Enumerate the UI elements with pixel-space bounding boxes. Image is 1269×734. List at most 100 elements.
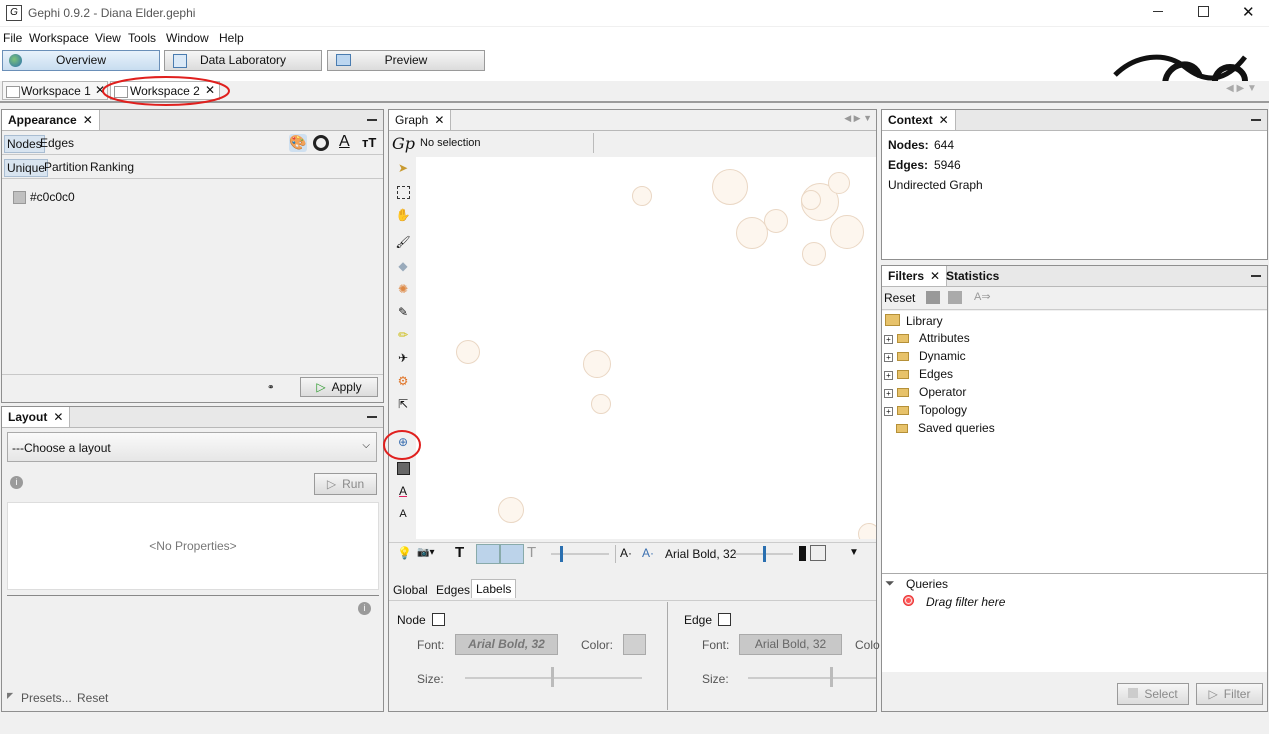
- edge-checkbox[interactable]: [718, 613, 732, 626]
- expand-icon[interactable]: +: [884, 353, 893, 362]
- subtab-unique[interactable]: Unique: [4, 159, 49, 177]
- workspace-tab-1[interactable]: Workspace 1 ✕: [2, 81, 108, 100]
- menu-view[interactable]: View: [95, 31, 121, 45]
- node-checkbox[interactable]: [431, 613, 445, 626]
- slider-thumb[interactable]: [551, 667, 554, 687]
- tab-labels[interactable]: Labels: [471, 579, 517, 598]
- tree-item-edges[interactable]: + Edges: [884, 365, 953, 383]
- apply-button[interactable]: ▷ Apply: [300, 377, 378, 397]
- camera-icon[interactable]: 📷▾: [417, 547, 434, 558]
- font-decrease-icon[interactable]: A·: [620, 546, 632, 560]
- close-icon[interactable]: ✕: [1242, 3, 1255, 21]
- auto-refresh-icon[interactable]: A⇒: [974, 290, 991, 303]
- airplane-icon[interactable]: ✈: [395, 350, 411, 366]
- palette-icon[interactable]: 🎨: [289, 134, 307, 152]
- minimize-panel-icon[interactable]: [1251, 275, 1261, 277]
- brush-icon[interactable]: 🖌: [395, 234, 411, 250]
- label-size-icon[interactable]: тT: [362, 135, 376, 150]
- menu-file[interactable]: File: [3, 31, 22, 45]
- layout-select[interactable]: ---Choose a layout ⌵: [7, 432, 377, 462]
- pencil-icon[interactable]: ✎: [395, 304, 411, 320]
- filter-button[interactable]: ▷ Filter: [1196, 683, 1263, 705]
- lightbulb-icon[interactable]: 💡: [397, 546, 412, 560]
- tab-statistics[interactable]: Statistics: [946, 269, 999, 283]
- tab-context[interactable]: Context ✕: [882, 110, 956, 130]
- label-size-icon[interactable]: A: [395, 506, 411, 522]
- slider-thumb[interactable]: [560, 546, 563, 562]
- tree-item-operator[interactable]: + Operator: [884, 383, 966, 401]
- tab-edges[interactable]: Edges: [436, 583, 470, 597]
- tab-appearance[interactable]: Appearance ✕: [2, 110, 100, 130]
- tab-graph[interactable]: Graph ✕: [389, 110, 452, 130]
- rectangle-select-icon[interactable]: [395, 184, 411, 200]
- info-icon[interactable]: i: [10, 476, 23, 489]
- minimize-panel-icon[interactable]: [367, 119, 377, 121]
- minimize-icon[interactable]: [1153, 11, 1163, 12]
- close-icon[interactable]: ✕: [930, 266, 940, 286]
- edge-font-button[interactable]: Arial Bold, 32: [739, 634, 842, 655]
- reset-link[interactable]: Reset: [77, 691, 108, 705]
- minimize-panel-icon[interactable]: [1251, 119, 1261, 121]
- color-swatch[interactable]: [13, 191, 26, 204]
- color-picker-icon[interactable]: [799, 546, 806, 561]
- gear-icon[interactable]: ⚙: [395, 373, 411, 389]
- tree-item-attributes[interactable]: + Attributes: [884, 329, 970, 347]
- expand-icon[interactable]: +: [884, 335, 893, 344]
- run-button[interactable]: ▷ Run: [314, 473, 377, 495]
- menu-window[interactable]: Window: [166, 31, 209, 45]
- maximize-icon[interactable]: [1198, 6, 1209, 17]
- label-color-icon[interactable]: A: [339, 133, 350, 151]
- slider-thumb[interactable]: [763, 546, 766, 562]
- node-font-button[interactable]: Arial Bold, 32: [455, 634, 558, 655]
- expand-icon[interactable]: +: [884, 389, 893, 398]
- tab-scroll-arrows-icon[interactable]: ◀ ▶ ▼: [844, 113, 872, 124]
- close-icon[interactable]: ✕: [939, 110, 949, 130]
- font-label[interactable]: Arial Bold, 32: [665, 547, 736, 561]
- tab-layout[interactable]: Layout ✕: [2, 407, 71, 427]
- tree-item-topology[interactable]: + Topology: [884, 401, 967, 419]
- text-outline-icon[interactable]: T: [527, 544, 536, 561]
- subtab-partition[interactable]: Partition: [44, 160, 88, 174]
- size-icon[interactable]: [313, 135, 329, 151]
- label-color-icon[interactable]: A: [395, 483, 411, 499]
- menu-workspace[interactable]: Workspace: [29, 31, 89, 45]
- tree-item-saved-queries[interactable]: Saved queries: [896, 419, 995, 437]
- node-label-checkbox-row[interactable]: Node: [397, 613, 445, 627]
- help-pointer-icon[interactable]: ⇱: [395, 396, 411, 412]
- close-icon[interactable]: ✕: [434, 110, 444, 130]
- font-color-icon[interactable]: A·: [642, 546, 654, 560]
- subtab-ranking[interactable]: Ranking: [90, 160, 134, 174]
- diamond-icon[interactable]: ◆: [395, 258, 411, 274]
- text-icon[interactable]: T: [455, 544, 464, 561]
- menu-help[interactable]: Help: [219, 31, 244, 45]
- data-laboratory-button[interactable]: Data Laboratory: [164, 50, 322, 71]
- preview-button[interactable]: Preview: [327, 50, 485, 71]
- select-button[interactable]: Select: [1117, 683, 1189, 705]
- edge-size-slider[interactable]: [748, 677, 876, 679]
- screenshot-icon[interactable]: [810, 545, 826, 561]
- library-row[interactable]: Library: [885, 314, 943, 328]
- tab-scroll-arrows-icon[interactable]: ◀ ▶ ▼: [1226, 83, 1257, 94]
- edge-color-icon[interactable]: [500, 544, 524, 564]
- minimize-panel-icon[interactable]: [367, 416, 377, 418]
- more-options-icon[interactable]: ▼: [849, 547, 859, 558]
- close-icon[interactable]: ✕: [83, 110, 93, 130]
- tab-filters[interactable]: Filters ✕: [882, 266, 948, 286]
- menu-tools[interactable]: Tools: [128, 31, 156, 45]
- drag-hand-icon[interactable]: ✋: [395, 207, 411, 223]
- tree-item-dynamic[interactable]: + Dynamic: [884, 347, 966, 365]
- edge-label-checkbox-row[interactable]: Edge: [684, 613, 732, 627]
- expand-icon[interactable]: +: [884, 407, 893, 416]
- info-icon[interactable]: i: [358, 602, 371, 615]
- import-icon[interactable]: [948, 291, 962, 304]
- link-icon[interactable]: ⚭: [267, 382, 275, 393]
- tab-nodes[interactable]: Nodes: [4, 135, 45, 153]
- export-icon[interactable]: [926, 291, 940, 304]
- node-color-button[interactable]: [623, 634, 646, 655]
- expand-icon[interactable]: +: [884, 371, 893, 380]
- color-wheel-icon[interactable]: ✺: [395, 281, 411, 297]
- tab-global[interactable]: Global: [393, 583, 428, 597]
- slider-thumb[interactable]: [830, 667, 833, 687]
- pointer-icon[interactable]: ➤: [395, 160, 411, 176]
- edge-line-icon[interactable]: [476, 544, 500, 564]
